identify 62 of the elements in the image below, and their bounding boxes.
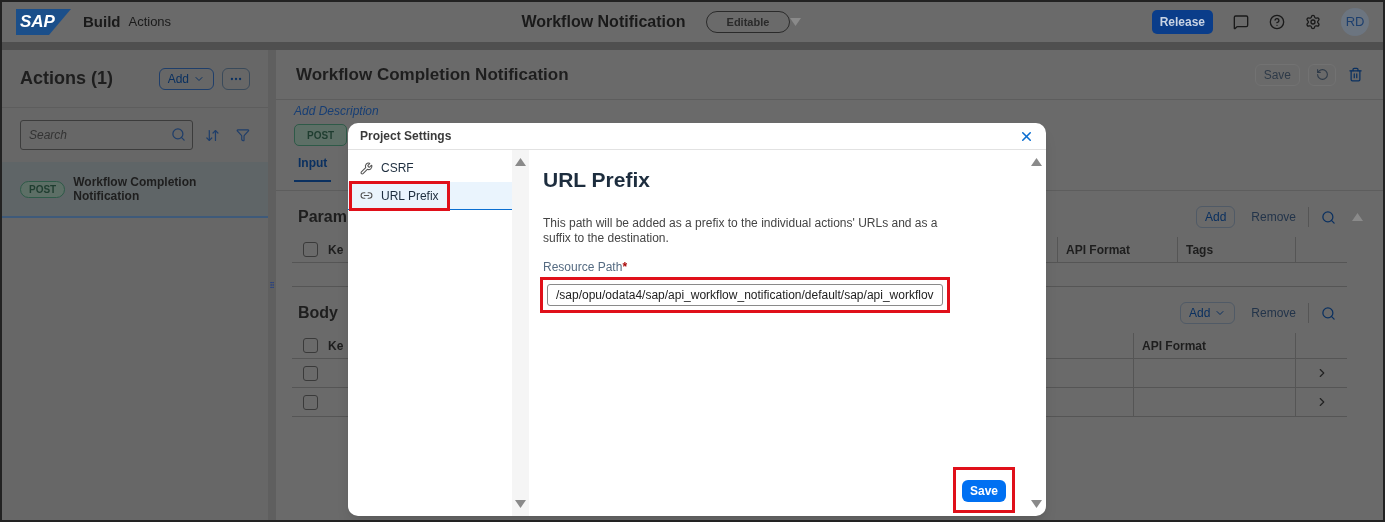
remove-button[interactable]: Remove xyxy=(1251,208,1296,226)
description-text: This path will be added as a prefix to the individual actions' URLs and as a suffix to the destination. xyxy=(543,215,939,246)
search-icon[interactable] xyxy=(171,127,187,142)
release-button[interactable]: Release xyxy=(1151,10,1213,34)
section-title: Body xyxy=(298,303,338,323)
search-icon[interactable] xyxy=(1321,209,1336,225)
method-tag: POST xyxy=(20,180,66,198)
add-button[interactable]: Add xyxy=(1195,206,1236,228)
user-avatar[interactable]: RD xyxy=(1341,8,1369,36)
sort-icon[interactable] xyxy=(205,127,221,143)
remove-button[interactable]: Remove xyxy=(1251,304,1296,322)
settings-icon[interactable] xyxy=(1305,14,1321,30)
filter-icon[interactable] xyxy=(236,128,250,142)
panel-title: Actions (1) xyxy=(20,67,113,90)
column-header: Ke xyxy=(328,241,344,259)
column-header: API Format xyxy=(1057,237,1177,262)
section-name: Actions xyxy=(128,13,172,32)
save-button[interactable]: Save xyxy=(1254,63,1300,86)
help-icon[interactable] xyxy=(1269,14,1285,30)
scroll-up-icon[interactable] xyxy=(1031,158,1042,166)
field-label: Resource Path* xyxy=(543,258,629,276)
checkbox[interactable] xyxy=(302,394,318,410)
settings-nav-item[interactable]: URL Prefix xyxy=(348,182,512,210)
dialog-title: Project Settings xyxy=(360,128,452,145)
resize-handle-icon[interactable] xyxy=(268,279,276,291)
more-button[interactable] xyxy=(222,67,250,90)
column-header: Tags xyxy=(1177,237,1295,262)
scroll-up-icon[interactable] xyxy=(1352,213,1363,221)
nav-label: URL Prefix xyxy=(381,187,439,205)
checkbox[interactable] xyxy=(302,242,318,257)
action-name: Workflow Completion Notification xyxy=(73,175,198,203)
tab[interactable]: Input xyxy=(294,154,332,182)
delete-icon[interactable] xyxy=(1348,67,1363,82)
settings-nav-item[interactable]: CSRF xyxy=(348,154,512,182)
feedback-icon[interactable] xyxy=(1233,14,1249,30)
scroll-down-icon[interactable] xyxy=(790,18,802,26)
add-button[interactable]: Add xyxy=(1179,302,1236,324)
scroll-down-icon[interactable] xyxy=(1031,500,1042,508)
column-header: API Format xyxy=(1133,333,1295,358)
undo-icon xyxy=(1315,68,1329,81)
action-title: Workflow Completion Notification xyxy=(296,63,569,86)
nav-label: CSRF xyxy=(381,160,414,177)
revert-button[interactable] xyxy=(1308,63,1336,86)
checkbox[interactable] xyxy=(302,338,318,353)
method-tag: POST xyxy=(294,124,348,146)
add-description-link[interactable]: Add Description xyxy=(294,102,1383,120)
save-button[interactable]: Save xyxy=(961,480,1006,502)
scroll-up-icon[interactable] xyxy=(515,158,526,166)
search-icon[interactable] xyxy=(1321,305,1336,321)
product-name: Build xyxy=(82,11,121,32)
section-title: Param xyxy=(298,207,347,227)
checkbox[interactable] xyxy=(302,365,318,381)
link-icon xyxy=(360,189,373,202)
column-header: Ke xyxy=(328,337,344,355)
scroll-down-icon[interactable] xyxy=(515,500,526,508)
wrench-icon xyxy=(360,161,373,175)
input-field[interactable]: /sap/opu/odata4/sap/api_workflow_notification/default/sap/api_workflov xyxy=(547,283,943,306)
action-list-item[interactable]: POST Workflow Completion Notification xyxy=(2,162,268,218)
section-heading: URL Prefix xyxy=(543,167,651,193)
logo: SAP xyxy=(16,9,71,35)
project-title: Workflow Notification xyxy=(521,12,686,32)
add-button[interactable]: Add xyxy=(158,67,214,90)
